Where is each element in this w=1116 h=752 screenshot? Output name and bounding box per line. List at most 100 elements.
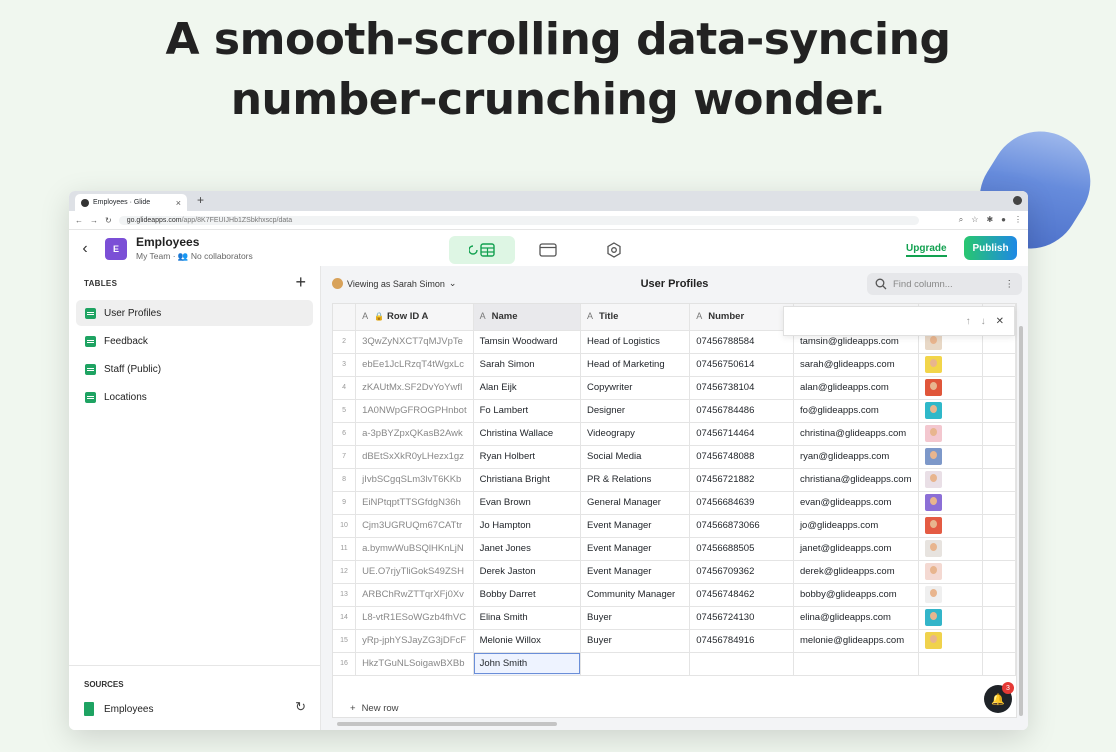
- upgrade-link[interactable]: Upgrade: [906, 243, 947, 257]
- column-header-title[interactable]: A Title: [580, 304, 691, 331]
- notifications-button[interactable]: 🔔 3: [984, 682, 1014, 713]
- cell-email[interactable]: [793, 652, 919, 676]
- cell-email[interactable]: bobby@glideapps.com: [793, 583, 919, 607]
- cell-title[interactable]: Social Media: [580, 445, 691, 469]
- add-table-button[interactable]: +: [295, 272, 306, 293]
- cell-title[interactable]: Event Manager: [580, 560, 691, 584]
- cell-email[interactable]: christiana@glideapps.com: [793, 468, 919, 492]
- column-header-row-id[interactable]: A 🔒 Row ID A: [355, 304, 474, 331]
- cell-name[interactable]: Janet Jones: [473, 537, 582, 561]
- cell-image[interactable]: [918, 399, 983, 423]
- cell-name[interactable]: Sarah Simon: [473, 353, 582, 377]
- cell-image[interactable]: [918, 353, 983, 377]
- cell-email[interactable]: fo@glideapps.com: [793, 399, 919, 423]
- url-field[interactable]: go.glideapps.com/app/8K7FEUIJHb1ZSbkhxsc…: [118, 215, 919, 225]
- cell-row-id[interactable]: dBEtSxXkR0yLHezx1gz: [355, 445, 474, 469]
- cell-number[interactable]: 07456724130: [689, 606, 794, 630]
- cell-image[interactable]: [918, 445, 983, 469]
- cell-number[interactable]: 07456714464: [689, 422, 794, 446]
- cell-image[interactable]: [918, 514, 983, 538]
- back-chevron-icon[interactable]: ‹: [69, 240, 101, 258]
- cell-name[interactable]: Elina Smith: [473, 606, 582, 630]
- reload-icon[interactable]: ↻: [105, 216, 112, 225]
- cell-number[interactable]: 07456748088: [689, 445, 794, 469]
- cell-name[interactable]: Christiana Bright: [473, 468, 582, 492]
- cell-email[interactable]: derek@glideapps.com: [793, 560, 919, 584]
- cell-title[interactable]: Event Manager: [580, 514, 691, 538]
- cell-number[interactable]: 07456784916: [689, 629, 794, 653]
- cell-number[interactable]: 07456688505: [689, 537, 794, 561]
- cell-email[interactable]: janet@glideapps.com: [793, 537, 919, 561]
- arrow-down-icon[interactable]: ↓: [981, 316, 986, 327]
- cell-number[interactable]: 07456721882: [689, 468, 794, 492]
- cell-name[interactable]: Derek Jaston: [473, 560, 582, 584]
- sidebar-item-staff-public[interactable]: Staff (Public): [76, 356, 313, 382]
- cell-name[interactable]: Tamsin Woodward: [473, 330, 582, 354]
- cell-title[interactable]: Event Manager: [580, 537, 691, 561]
- vertical-scrollbar[interactable]: [1019, 326, 1023, 716]
- cell-row-id[interactable]: ARBChRwZTTqrXFj0Xv: [355, 583, 474, 607]
- data-mode-button[interactable]: [449, 236, 515, 264]
- sidebar-item-locations[interactable]: Locations: [76, 384, 313, 410]
- cell-number[interactable]: 07456709362: [689, 560, 794, 584]
- browser-menu-icon[interactable]: ⋮: [1014, 215, 1022, 225]
- new-row-button[interactable]: + New row: [332, 698, 1015, 719]
- cell-email[interactable]: evan@glideapps.com: [793, 491, 919, 515]
- cell-row-id[interactable]: 1A0NWpGFROGPHnbot: [355, 399, 474, 423]
- window-control-icon[interactable]: [1013, 196, 1022, 205]
- cell-image[interactable]: [918, 376, 983, 400]
- column-header-name[interactable]: A Name: [473, 304, 582, 331]
- cell-email[interactable]: alan@glideapps.com: [793, 376, 919, 400]
- cell-row-id[interactable]: EiNPtqptTTSGfdgN36h: [355, 491, 474, 515]
- cell-row-id[interactable]: zKAUtMx.SF2DvYoYwfI: [355, 376, 474, 400]
- cell-email[interactable]: ryan@glideapps.com: [793, 445, 919, 469]
- cell-row-id[interactable]: Cjm3UGRUQm67CATtr: [355, 514, 474, 538]
- cell-name[interactable]: Melonie Willox: [473, 629, 582, 653]
- cell-title[interactable]: Buyer: [580, 629, 691, 653]
- horizontal-scrollbar[interactable]: [337, 722, 557, 726]
- cell-image[interactable]: [918, 422, 983, 446]
- cell-title[interactable]: Designer: [580, 399, 691, 423]
- cell-number[interactable]: 07456684639: [689, 491, 794, 515]
- cell-email[interactable]: christina@glideapps.com: [793, 422, 919, 446]
- zoom-icon[interactable]: ⌕: [959, 215, 963, 225]
- sidebar-item-user-profiles[interactable]: User Profiles: [76, 300, 313, 326]
- cell-title[interactable]: Head of Logistics: [580, 330, 691, 354]
- new-tab-button[interactable]: +: [197, 193, 204, 207]
- cell-number[interactable]: 07456738104: [689, 376, 794, 400]
- bookmark-star-icon[interactable]: ☆: [971, 215, 978, 225]
- cell-row-id[interactable]: ebEe1JcLRzqT4tWgxLc: [355, 353, 474, 377]
- find-column-input[interactable]: Find column... ⋮: [867, 273, 1022, 295]
- cell-row-id[interactable]: jIvbSCgqSLm3lvT6KKb: [355, 468, 474, 492]
- forward-arrow-icon[interactable]: →: [90, 216, 98, 225]
- cell-row-id[interactable]: a-3pBYZpxQKasB2Awk: [355, 422, 474, 446]
- cell-email[interactable]: sarah@glideapps.com: [793, 353, 919, 377]
- back-arrow-icon[interactable]: ←: [75, 216, 83, 225]
- cell-image[interactable]: [918, 491, 983, 515]
- cell-title[interactable]: Copywriter: [580, 376, 691, 400]
- cell-title[interactable]: Head of Marketing: [580, 353, 691, 377]
- close-icon[interactable]: ✕: [996, 316, 1004, 327]
- publish-button[interactable]: Publish: [964, 236, 1017, 260]
- cell-row-id[interactable]: yRp-jphYSJayZG3jDFcF: [355, 629, 474, 653]
- cell-number[interactable]: 07456748462: [689, 583, 794, 607]
- cell-number[interactable]: 07456788584: [689, 330, 794, 354]
- sidebar-item-feedback[interactable]: Feedback: [76, 328, 313, 354]
- cell-row-id[interactable]: UE.O7rjyTliGokS49ZSH: [355, 560, 474, 584]
- cell-row-id[interactable]: HkzTGuNLSoigawBXBb: [355, 652, 474, 676]
- cell-name[interactable]: Ryan Holbert: [473, 445, 582, 469]
- cell-name[interactable]: Bobby Darret: [473, 583, 582, 607]
- cell-number[interactable]: 07456750614: [689, 353, 794, 377]
- cell-row-id[interactable]: a.bymwWuBSQlHKnLjN: [355, 537, 474, 561]
- cell-name[interactable]: Christina Wallace: [473, 422, 582, 446]
- cell-image[interactable]: [918, 583, 983, 607]
- cell-title[interactable]: Videograpy: [580, 422, 691, 446]
- arrow-up-icon[interactable]: ↑: [966, 316, 971, 327]
- cell-name[interactable]: Jo Hampton: [473, 514, 582, 538]
- cell-email[interactable]: elina@glideapps.com: [793, 606, 919, 630]
- cell-email[interactable]: jo@glideapps.com: [793, 514, 919, 538]
- cell-image[interactable]: [918, 468, 983, 492]
- cell-image[interactable]: [918, 537, 983, 561]
- cell-title[interactable]: Community Manager: [580, 583, 691, 607]
- cell-number[interactable]: [689, 652, 794, 676]
